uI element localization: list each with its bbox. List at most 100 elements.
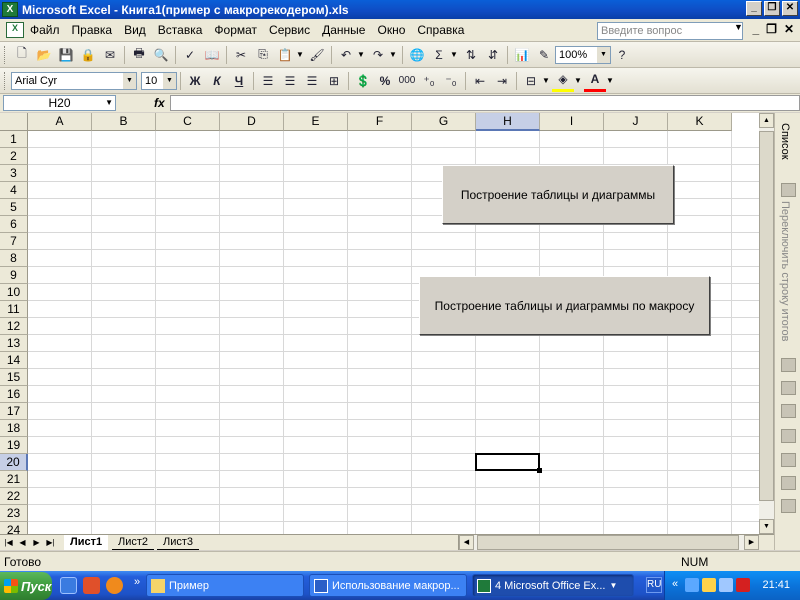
active-cell[interactable]	[475, 453, 542, 473]
vertical-scroll-thumb[interactable]	[759, 131, 774, 501]
list-tool-icon[interactable]	[781, 476, 796, 490]
row-header[interactable]: 14	[0, 352, 28, 369]
row-header[interactable]: 2	[0, 148, 28, 165]
fill-color-dropdown-icon[interactable]: ▼	[574, 76, 584, 85]
fill-color-icon[interactable]: ◈	[552, 70, 574, 92]
menu-help[interactable]: Справка	[411, 23, 470, 37]
network-icon[interactable]	[685, 578, 699, 592]
minimize-button[interactable]: _	[746, 1, 762, 16]
menu-view[interactable]: Вид	[118, 23, 152, 37]
paste-icon[interactable]: 📋	[274, 44, 296, 66]
percent-button[interactable]: %	[374, 70, 396, 92]
sheet-tab-2[interactable]: Лист2	[112, 535, 155, 550]
zoom-select[interactable]: 100% ▼	[555, 45, 611, 64]
row-header[interactable]: 16	[0, 386, 28, 403]
list-label[interactable]: Список	[779, 123, 791, 160]
row-header[interactable]: 10	[0, 284, 28, 301]
row-header[interactable]: 19	[0, 437, 28, 454]
row-header[interactable]: 17	[0, 403, 28, 420]
menu-window[interactable]: Окно	[371, 23, 411, 37]
build-table-chart-button[interactable]: Построение таблицы и диаграммы	[442, 165, 674, 224]
borders-dropdown-icon[interactable]: ▼	[542, 76, 552, 85]
row-header[interactable]: 8	[0, 250, 28, 267]
undo-dropdown-icon[interactable]: ▼	[357, 50, 367, 59]
column-header[interactable]: C	[156, 113, 220, 131]
row-header[interactable]: 22	[0, 488, 28, 505]
sheet-tab-3[interactable]: Лист3	[157, 535, 200, 550]
toolbar-grip[interactable]	[4, 45, 8, 64]
merge-center-icon[interactable]: ⊞	[323, 70, 345, 92]
firefox-icon[interactable]	[106, 577, 123, 594]
list-tool-icon[interactable]	[781, 429, 796, 443]
totals-row-icon[interactable]	[781, 183, 796, 197]
row-header[interactable]: 9	[0, 267, 28, 284]
column-header[interactable]: F	[348, 113, 412, 131]
undo-icon[interactable]: ↶	[335, 44, 357, 66]
redo-dropdown-icon[interactable]: ▼	[389, 50, 399, 59]
open-icon[interactable]: 📂	[33, 44, 55, 66]
doc-restore-button[interactable]: ❐	[766, 22, 777, 36]
row-header[interactable]: 24	[0, 522, 28, 534]
row-header[interactable]: 21	[0, 471, 28, 488]
row-header[interactable]: 3	[0, 165, 28, 182]
column-header[interactable]: I	[540, 113, 604, 131]
font-size-dropdown-icon[interactable]: ▼	[163, 72, 176, 89]
horizontal-scrollbar[interactable]: ◀ ▶	[458, 535, 759, 550]
scroll-up-icon[interactable]: ▲	[759, 113, 774, 128]
taskbar-item-folder[interactable]: Пример	[146, 574, 304, 597]
row-header[interactable]: 5	[0, 199, 28, 216]
list-tool-icon[interactable]	[781, 404, 796, 418]
list-tool-icon[interactable]	[781, 453, 796, 467]
thousands-separator-button[interactable]: 000	[396, 70, 418, 92]
menu-tools[interactable]: Сервис	[263, 23, 316, 37]
help-dropdown-icon[interactable]: ▼	[734, 22, 743, 32]
column-header[interactable]: A	[28, 113, 92, 131]
help-question-input[interactable]: Введите вопрос	[597, 22, 743, 40]
decrease-indent-icon[interactable]: ⇤	[469, 70, 491, 92]
doc-minimize-button[interactable]: _	[752, 22, 759, 36]
currency-icon[interactable]: 💲	[352, 70, 374, 92]
row-header[interactable]: 7	[0, 233, 28, 250]
scroll-down-icon[interactable]: ▼	[759, 519, 774, 534]
menu-file[interactable]: Файл	[24, 23, 66, 37]
name-box[interactable]: H20 ▼	[3, 95, 116, 111]
list-tool-icon[interactable]	[781, 499, 796, 513]
scroll-left-icon[interactable]: ◀	[459, 535, 474, 550]
row-header[interactable]: 12	[0, 318, 28, 335]
email-icon[interactable]: ✉	[99, 44, 121, 66]
worksheet-grid[interactable]: 24 23 22 21 20 19 18 17 16 15 14 13 12 11 10 9 8 7 6 5 4 3 2 1 K…	[0, 113, 759, 534]
toolbar-grip[interactable]	[4, 71, 8, 90]
permission-icon[interactable]: 🔒	[77, 44, 99, 66]
menu-format[interactable]: Формат	[208, 23, 263, 37]
first-sheet-icon[interactable]: |◀	[2, 536, 15, 550]
research-icon[interactable]: 📖	[201, 44, 223, 66]
column-header[interactable]: G	[412, 113, 476, 131]
toggle-totals-label[interactable]: Переключить строку итогов	[779, 201, 791, 342]
row-header[interactable]: 18	[0, 420, 28, 437]
prev-sheet-icon[interactable]: ◀	[16, 536, 29, 550]
new-icon[interactable]: 🗋	[11, 44, 33, 66]
column-header[interactable]: E	[284, 113, 348, 131]
tray-expand-icon[interactable]: «	[672, 578, 678, 590]
restore-button[interactable]: ❐	[764, 1, 780, 16]
drawing-icon[interactable]: ✎	[533, 44, 555, 66]
copy-icon[interactable]: ⎘	[252, 44, 274, 66]
scroll-right-icon[interactable]: ▶	[744, 535, 759, 550]
row-header[interactable]: 11	[0, 301, 28, 318]
redo-icon[interactable]: ↷	[367, 44, 389, 66]
chart-wizard-icon[interactable]: 📊	[511, 44, 533, 66]
font-name-select[interactable]: Arial Cyr ▼	[11, 71, 137, 90]
borders-icon[interactable]: ⊟	[520, 70, 542, 92]
row-header[interactable]: 20	[0, 454, 28, 471]
paste-dropdown-icon[interactable]: ▼	[296, 50, 306, 59]
formula-input[interactable]	[170, 95, 800, 111]
font-size-select[interactable]: 10 ▼	[141, 71, 177, 90]
column-header[interactable]: J	[604, 113, 668, 131]
name-box-dropdown-icon[interactable]: ▼	[105, 96, 113, 110]
font-color-dropdown-icon[interactable]: ▼	[606, 76, 616, 85]
font-name-dropdown-icon[interactable]: ▼	[123, 72, 136, 89]
increase-indent-icon[interactable]: ⇥	[491, 70, 513, 92]
hyperlink-icon[interactable]: 🌐	[406, 44, 428, 66]
computer-icon[interactable]	[719, 578, 733, 592]
horizontal-scroll-thumb[interactable]	[477, 535, 739, 550]
